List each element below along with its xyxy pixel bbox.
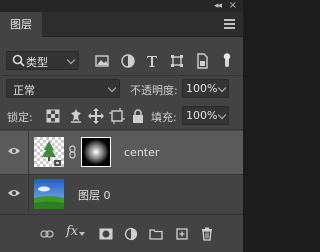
tab-bar: 图层 [0, 12, 243, 37]
delete-icon[interactable] [200, 227, 214, 241]
chevron-down-icon [217, 110, 227, 120]
layers-bottom-bar: fx [0, 214, 243, 252]
lock-image-icon[interactable] [68, 108, 84, 124]
opacity-value: 100% [186, 82, 218, 95]
layer-row-center[interactable]: center [0, 131, 243, 174]
layer-thumbnail [34, 179, 64, 209]
fx-icon[interactable]: fx [66, 224, 78, 239]
lock-all-icon[interactable] [130, 108, 146, 124]
layers-panel: ◂◂ × 图层 类型 正常 不透明度: 100% 锁定: 填充: 100% ce… [0, 0, 243, 252]
search-icon [12, 54, 25, 67]
filter-row: 类型 [0, 47, 243, 75]
image-filter-icon[interactable] [94, 53, 110, 69]
blend-mode-dropdown[interactable]: 正常 [6, 79, 120, 98]
mask-icon[interactable] [99, 227, 113, 241]
close-panel-icon[interactable]: × [229, 0, 237, 12]
adjustment-filter-icon[interactable] [120, 53, 136, 69]
filter-toggle-icon[interactable] [220, 51, 234, 71]
layer-mask-thumbnail[interactable] [81, 137, 111, 167]
lock-label: 锁定: [7, 111, 33, 124]
lock-transparent-icon[interactable] [45, 108, 61, 124]
divider [28, 131, 29, 174]
lock-position-icon[interactable] [88, 108, 104, 124]
layer-row-0[interactable]: 图层 0 [0, 175, 243, 213]
group-icon[interactable] [149, 227, 163, 241]
filter-type-value: 类型 [26, 56, 48, 69]
chevron-down-icon [107, 83, 117, 93]
tab-layers[interactable]: 图层 [0, 12, 42, 37]
lock-artboard-icon[interactable] [109, 108, 125, 124]
chevron-down-icon [217, 83, 227, 93]
divider [0, 129, 243, 130]
filter-type-dropdown[interactable]: 类型 [6, 51, 79, 70]
eye-icon[interactable] [8, 189, 20, 197]
panel-menu-icon[interactable] [224, 19, 235, 29]
lock-row: 锁定: 填充: 100% [0, 104, 243, 128]
layer-thumbnail [34, 137, 64, 167]
blend-row: 正常 不透明度: 100% [0, 78, 243, 102]
link-icon[interactable] [40, 227, 54, 241]
blend-mode-value: 正常 [13, 84, 35, 97]
chevron-down-icon [66, 55, 76, 65]
type-filter-icon[interactable] [144, 53, 160, 69]
mask-link-icon[interactable] [68, 145, 78, 159]
chevron-down-icon [79, 232, 85, 236]
layer-name[interactable]: center [124, 146, 159, 159]
adjustment-icon[interactable] [124, 227, 138, 241]
collapse-panels-icon[interactable]: ◂◂ [214, 0, 222, 12]
divider [28, 175, 29, 213]
opacity-label: 不透明度: [130, 84, 178, 97]
fill-field[interactable]: 100% [182, 106, 229, 125]
shape-filter-icon[interactable] [169, 53, 185, 69]
opacity-field[interactable]: 100% [182, 79, 229, 98]
panel-title-strip: ◂◂ × [0, 0, 243, 12]
fill-label: 填充: [151, 111, 177, 124]
eye-icon[interactable] [8, 147, 20, 155]
divider [0, 75, 243, 76]
new-layer-icon[interactable] [175, 227, 189, 241]
layer-name[interactable]: 图层 0 [78, 187, 111, 203]
smart-object-filter-icon[interactable] [194, 53, 210, 69]
fill-value: 100% [186, 109, 218, 122]
